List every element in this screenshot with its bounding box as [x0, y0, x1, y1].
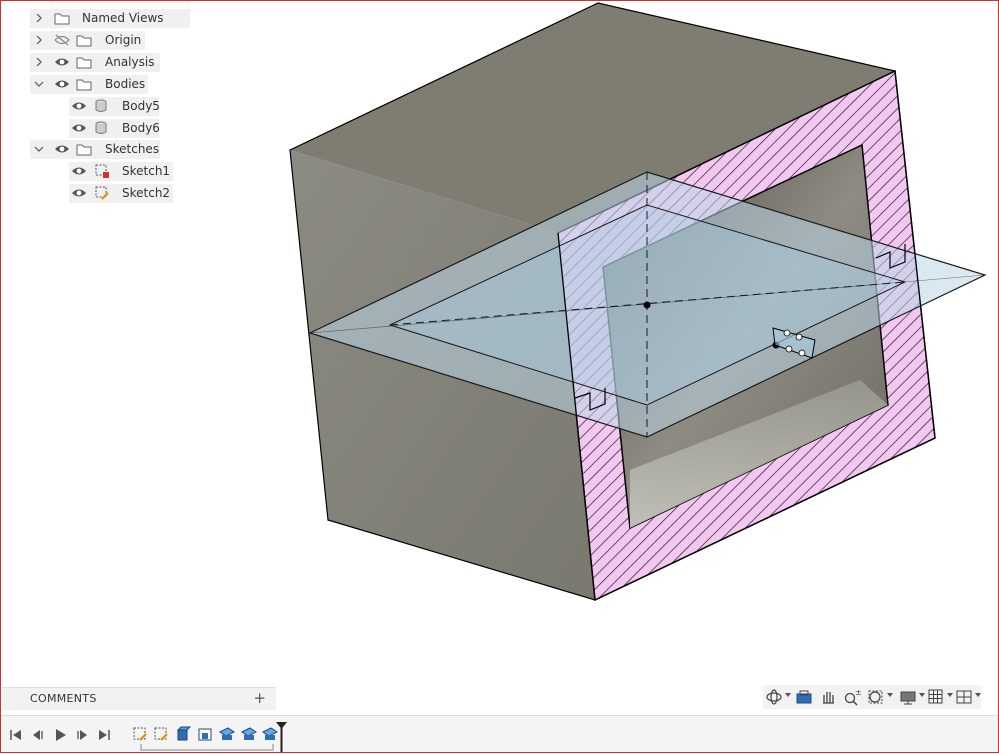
timeline-bracket: [140, 744, 274, 751]
eye-icon[interactable]: [71, 122, 87, 134]
folder-icon: [76, 142, 92, 156]
sketch-edit-icon: [94, 185, 110, 200]
eye-icon[interactable]: [54, 56, 70, 68]
comments-label: COMMENTS: [30, 692, 97, 705]
browser-panel: Named Views Origin Analysis Bodies Body5…: [0, 0, 260, 210]
eye-icon[interactable]: [54, 143, 70, 155]
tree-item-label: Sketches: [105, 142, 160, 156]
eye-icon[interactable]: [71, 165, 87, 177]
sketch-locked-icon: [94, 163, 110, 178]
tree-item-sketches[interactable]: Sketches: [30, 139, 160, 159]
tree-item-analysis[interactable]: Analysis: [30, 52, 160, 72]
orbit-icon[interactable]: [765, 688, 783, 706]
tree-item-label: Analysis: [105, 55, 155, 69]
tree-item-label: Sketch2: [122, 186, 171, 200]
tree-item-label: Named Views: [82, 11, 164, 25]
eye-hidden-icon[interactable]: [54, 34, 70, 46]
timeline: [0, 715, 999, 754]
tree-item-label: Body6: [122, 121, 160, 135]
extrude-feature-icon[interactable]: [175, 726, 192, 742]
chevron-down-icon[interactable]: [947, 693, 953, 697]
plane-feature-icon[interactable]: [219, 726, 235, 742]
sketch-feature-icon[interactable]: [132, 726, 148, 742]
comments-panel[interactable]: COMMENTS +: [2, 687, 276, 710]
plane-feature-icon[interactable]: [241, 726, 257, 742]
navigation-toolbar: ±: [763, 685, 981, 709]
tree-item-bodies[interactable]: Bodies: [30, 74, 148, 94]
add-comment-button[interactable]: +: [253, 689, 266, 707]
sketch-origin-point: [643, 301, 651, 309]
chevron-down-icon[interactable]: [785, 693, 791, 697]
display-settings-icon[interactable]: [899, 688, 917, 706]
chevron-down-icon[interactable]: [887, 693, 893, 697]
folder-icon: [76, 33, 92, 47]
tree-item-label: Bodies: [105, 77, 146, 91]
tree-item-named-views[interactable]: Named Views: [30, 8, 190, 28]
step-back-icon[interactable]: [30, 727, 46, 743]
eye-icon[interactable]: [54, 78, 70, 90]
tree-item-origin[interactable]: Origin: [30, 30, 145, 50]
tree-item-label: Body5: [122, 99, 160, 113]
play-icon[interactable]: [52, 727, 68, 743]
go-to-end-icon[interactable]: [96, 727, 112, 743]
body-icon: [94, 121, 110, 135]
zoom-icon[interactable]: ±: [843, 688, 862, 706]
body-icon: [94, 99, 110, 113]
chevron-right-icon[interactable]: [33, 56, 45, 68]
eye-icon[interactable]: [71, 100, 87, 112]
tree-item-body5[interactable]: Body5: [69, 96, 160, 116]
go-to-start-icon[interactable]: [8, 727, 24, 743]
chevron-down-icon[interactable]: [33, 78, 45, 90]
sketch-feature-icon[interactable]: [153, 726, 169, 742]
folder-icon: [76, 77, 92, 91]
viewports-icon[interactable]: [955, 688, 973, 706]
svg-text:±: ±: [855, 688, 861, 697]
tree-item-sketch1[interactable]: Sketch1: [69, 161, 173, 181]
step-forward-icon[interactable]: [74, 727, 90, 743]
cut-feature-icon[interactable]: [197, 726, 213, 742]
tree-item-label: Origin: [105, 33, 142, 47]
tree-item-body6[interactable]: Body6: [69, 118, 160, 138]
chevron-down-icon[interactable]: [975, 693, 981, 697]
chevron-down-icon[interactable]: [919, 693, 925, 697]
pan-icon[interactable]: [819, 688, 837, 706]
fit-icon[interactable]: [867, 688, 885, 706]
folder-icon: [76, 55, 92, 69]
chevron-right-icon[interactable]: [33, 12, 45, 24]
chevron-right-icon[interactable]: [33, 34, 45, 46]
grid-icon[interactable]: [927, 688, 945, 706]
timeline-marker[interactable]: [276, 722, 288, 752]
tree-item-sketch2[interactable]: Sketch2: [69, 183, 173, 203]
tree-item-label: Sketch1: [122, 164, 171, 178]
chevron-down-icon[interactable]: [33, 143, 45, 155]
folder-icon: [54, 11, 70, 25]
look-at-icon[interactable]: [795, 688, 813, 706]
eye-icon[interactable]: [71, 187, 87, 199]
